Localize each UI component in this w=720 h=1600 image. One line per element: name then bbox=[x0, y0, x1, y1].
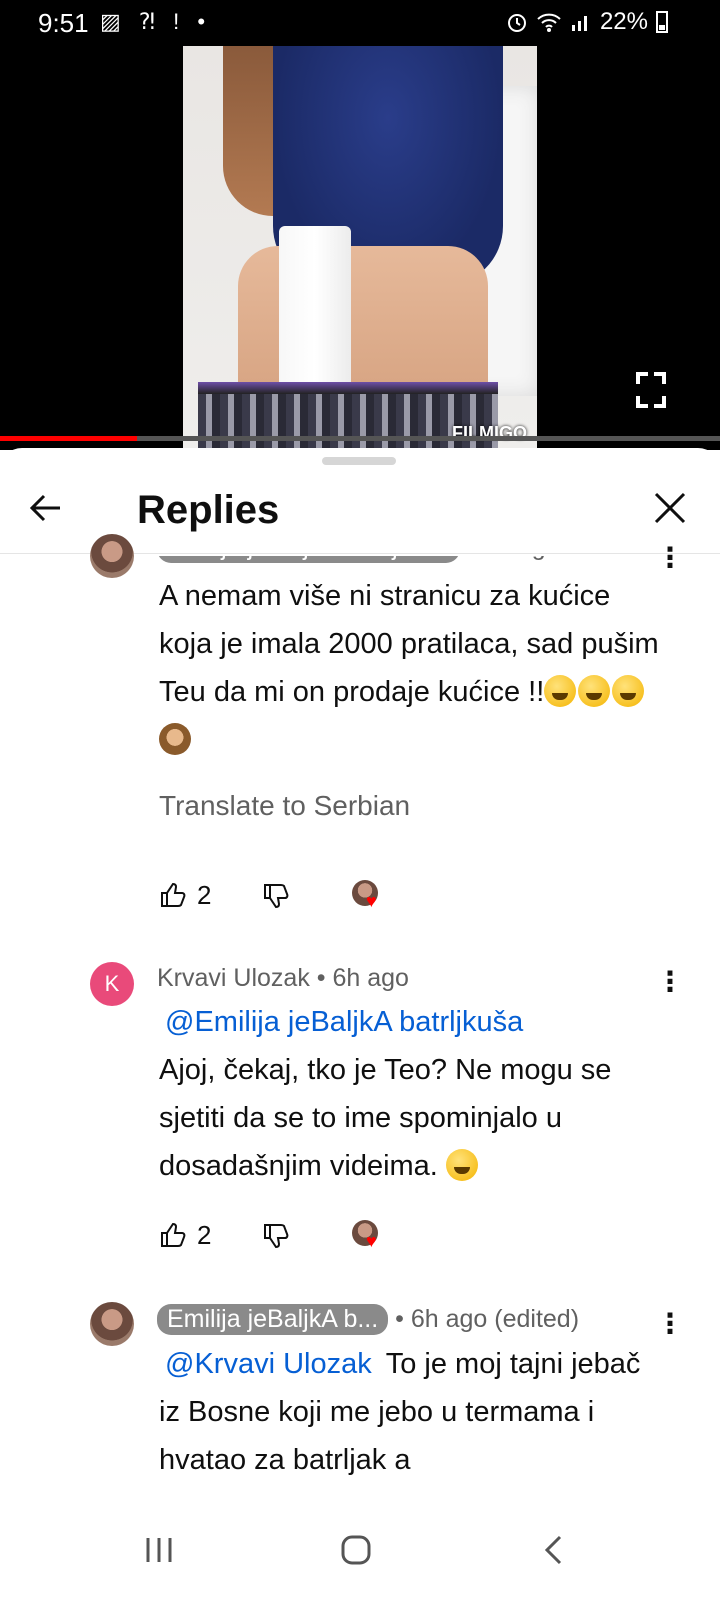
more-options-icon[interactable]: ⋮ bbox=[656, 1310, 684, 1338]
back-nav-icon[interactable] bbox=[542, 1534, 564, 1566]
recent-apps-icon[interactable] bbox=[144, 1536, 174, 1564]
comment-meta: Emilija jeBaljkA b... • 6h ago (edited) bbox=[157, 1304, 579, 1335]
notification-icons: ▨ ⁈ ! • bbox=[100, 9, 212, 34]
laughing-emoji bbox=[578, 675, 611, 707]
close-icon[interactable] bbox=[650, 488, 690, 528]
heart-icon: ♥ bbox=[366, 891, 377, 911]
sheet-title: Replies bbox=[137, 488, 280, 532]
comment-time: • 6h ago (edited) bbox=[388, 1305, 580, 1333]
comment-text: @Emilija jeBaljkA batrljkuša Ajoj, čekaj… bbox=[159, 998, 669, 1190]
wifi-icon bbox=[537, 13, 561, 32]
like-button[interactable]: 2 bbox=[159, 878, 211, 912]
thumbs-down-icon[interactable] bbox=[262, 880, 290, 914]
comment-text: A nemam više ni stranicu za kućice koja … bbox=[159, 572, 669, 764]
creator-heart: ♥ bbox=[352, 1220, 382, 1250]
comment-author[interactable]: Krvavi Ulozak bbox=[157, 964, 310, 992]
video-progress-fill bbox=[0, 436, 137, 441]
heart-icon: ♥ bbox=[366, 1231, 377, 1251]
signal-icon bbox=[571, 16, 587, 31]
author-chip[interactable]: Emilija jeBaljkA b... bbox=[157, 1304, 389, 1335]
like-count: 2 bbox=[197, 1219, 212, 1250]
laughing-emoji bbox=[612, 675, 645, 707]
battery-percent: 22% bbox=[599, 8, 648, 35]
battery-icon bbox=[656, 11, 668, 33]
status-right: 22% bbox=[506, 8, 668, 36]
video-frame: FILMIGO bbox=[183, 46, 537, 450]
alarm-icon bbox=[507, 14, 526, 32]
laughing-emoji bbox=[544, 675, 577, 707]
replies-sheet: Replies Emilija jeBaljkA batrljkuša • 7h… bbox=[0, 448, 720, 1600]
more-options-icon[interactable]: ⋮ bbox=[656, 544, 684, 572]
system-nav-bar bbox=[0, 1500, 720, 1600]
avatar[interactable]: K bbox=[90, 962, 134, 1006]
like-button[interactable]: 2 bbox=[159, 1218, 211, 1252]
video-progress-bar[interactable] bbox=[0, 436, 720, 441]
like-count: 2 bbox=[197, 879, 212, 910]
comment-text-content: Ajoj, čekaj, tko je Teo? Ne mogu se sjet… bbox=[159, 1054, 612, 1182]
mention-link[interactable]: @Krvavi Ulozak bbox=[165, 1348, 372, 1380]
creator-heart: ♥ bbox=[352, 880, 382, 910]
comment-time: • 6h ago bbox=[309, 964, 409, 992]
avatar[interactable] bbox=[90, 1302, 134, 1346]
status-bar: 9:51 ▨ ⁈ ! • 22% bbox=[0, 0, 720, 46]
mention-link[interactable]: @Emilija jeBaljkA batrljkuša bbox=[165, 1006, 523, 1038]
fullscreen-icon[interactable] bbox=[636, 372, 666, 408]
status-time: 9:51 bbox=[38, 8, 89, 38]
monkey-emoji bbox=[159, 723, 191, 755]
more-options-icon[interactable]: ⋮ bbox=[656, 968, 684, 996]
sweat-smile-emoji bbox=[445, 1149, 478, 1181]
drag-handle[interactable] bbox=[322, 457, 396, 465]
back-arrow-icon[interactable] bbox=[26, 488, 66, 528]
video-player[interactable]: FILMIGO bbox=[0, 46, 720, 450]
comment-text: @Krvavi Ulozak To je moj tajni jebač iz B… bbox=[159, 1340, 669, 1484]
thumbs-down-icon[interactable] bbox=[262, 1220, 290, 1254]
home-icon[interactable] bbox=[340, 1534, 372, 1566]
thumbs-up-icon bbox=[161, 1222, 186, 1247]
thumbs-up-icon bbox=[161, 882, 186, 907]
translate-link[interactable]: Translate to Serbian bbox=[159, 790, 410, 822]
comment-meta: Krvavi Ulozak • 6h ago bbox=[157, 964, 409, 993]
avatar[interactable] bbox=[90, 534, 134, 578]
